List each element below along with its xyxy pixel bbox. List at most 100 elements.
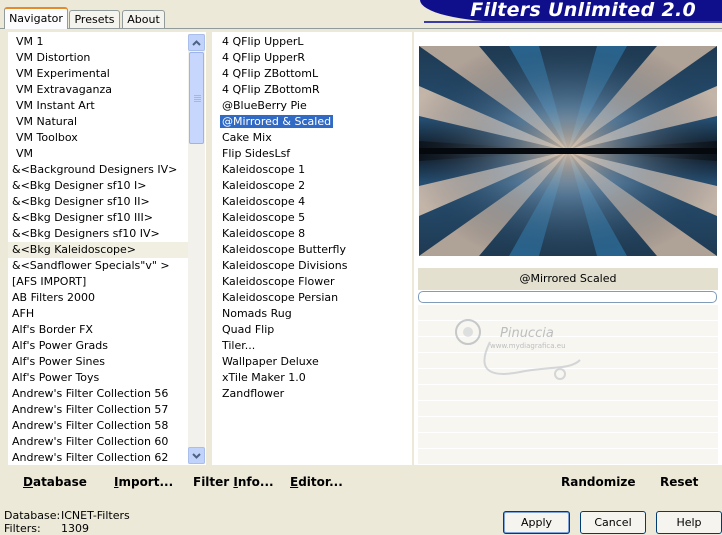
category-item[interactable]: Andrew's Filter Collection 57 [8, 402, 188, 418]
filter-item-label: 4 QFlip UpperL [222, 35, 304, 48]
tab-navigator[interactable]: Navigator [4, 7, 68, 29]
selected-filter-name: @Mirrored Scaled [418, 268, 718, 290]
filter-item[interactable]: Wallpaper Deluxe [220, 354, 321, 370]
filter-item-label: Cake Mix [222, 131, 272, 144]
category-item[interactable]: Alf's Border FX [8, 322, 188, 338]
category-item[interactable]: Alf's Power Sines [8, 354, 188, 370]
parameter-row [418, 433, 718, 449]
category-item[interactable]: Andrew's Filter Collection 62 [8, 450, 188, 464]
category-item[interactable]: VM Instant Art [8, 98, 188, 114]
filter-item[interactable]: 4 QFlip UpperL [220, 34, 306, 50]
filter-item-label: Kaleidoscope 4 [222, 195, 306, 208]
filter-item-label: xTile Maker 1.0 [222, 371, 306, 384]
editor-link[interactable]: Editor... [290, 475, 343, 489]
scroll-down-button[interactable] [188, 447, 205, 464]
category-item[interactable]: &<Bkg Kaleidoscope> [8, 242, 188, 258]
filter-item[interactable]: Quad Flip [220, 322, 276, 338]
category-item[interactable]: Andrew's Filter Collection 56 [8, 386, 188, 402]
filter-item[interactable]: Kaleidoscope 1 [220, 162, 307, 178]
parameter-row [418, 449, 718, 465]
filter-item[interactable]: 4 QFlip ZBottomR [220, 82, 322, 98]
filter-item[interactable]: Kaleidoscope 8 [220, 226, 307, 242]
category-item[interactable]: &<Sandflower Specials"v" > [8, 258, 188, 274]
category-item[interactable]: VM Experimental [8, 66, 188, 82]
import-link[interactable]: Import... [114, 475, 173, 489]
filter-item[interactable]: 4 QFlip ZBottomL [220, 66, 320, 82]
category-item[interactable]: &<Bkg Designer sf10 III> [8, 210, 188, 226]
randomize-link[interactable]: Randomize [561, 475, 635, 489]
app-title-banner: Filters Unlimited 2.0 [420, 0, 722, 22]
filter-item[interactable]: Kaleidoscope Persian [220, 290, 340, 306]
filter-item[interactable]: Cake Mix [220, 130, 274, 146]
filter-item-label: Kaleidoscope Persian [222, 291, 339, 304]
category-item[interactable]: &<Bkg Designers sf10 IV> [8, 226, 188, 242]
filter-item[interactable]: Flip SidesLsf [220, 146, 292, 162]
category-item[interactable]: VM 1 [8, 34, 188, 50]
filter-item-label: Flip SidesLsf [222, 147, 291, 160]
filter-info-link[interactable]: Filter Info... [193, 475, 274, 489]
filter-item[interactable]: Kaleidoscope Divisions [220, 258, 349, 274]
filter-item[interactable]: Kaleidoscope Butterfly [220, 242, 348, 258]
filter-item[interactable]: Kaleidoscope 4 [220, 194, 307, 210]
filter-item[interactable]: Kaleidoscope 2 [220, 178, 307, 194]
filter-item-label: 4 QFlip ZBottomR [222, 83, 320, 96]
parameter-row [418, 401, 718, 417]
tab-presets[interactable]: Presets [69, 10, 120, 28]
tab-about[interactable]: About [122, 10, 165, 28]
database-info: Database: ICNET-Filters [4, 509, 130, 522]
category-item[interactable]: VM Natural [8, 114, 188, 130]
parameter-row [418, 417, 718, 433]
parameter-slider[interactable] [418, 291, 717, 303]
filter-item[interactable]: Kaleidoscope 5 [220, 210, 307, 226]
category-item[interactable]: AB Filters 2000 [8, 290, 188, 306]
category-item[interactable]: VM Extravaganza [8, 82, 188, 98]
filter-item-label: Tiler... [222, 339, 256, 352]
filter-item-label: @Mirrored & Scaled [218, 114, 335, 129]
category-item[interactable]: &<Background Designers IV> [8, 162, 188, 178]
filter-item-label: Kaleidoscope 5 [222, 211, 306, 224]
filter-item-label: Kaleidoscope Divisions [222, 259, 348, 272]
category-item[interactable]: VM [8, 146, 188, 162]
category-list[interactable]: VM 1 VM Distortion VM Experimental VM Extra… [8, 34, 188, 464]
apply-button[interactable]: Apply [503, 511, 570, 534]
category-item[interactable]: Andrew's Filter Collection 60 [8, 434, 188, 450]
filter-item[interactable]: xTile Maker 1.0 [220, 370, 308, 386]
category-item[interactable]: &<Bkg Designer sf10 I> [8, 178, 188, 194]
filter-item[interactable]: 4 QFlip UpperR [220, 50, 307, 66]
filter-item-label: 4 QFlip UpperR [222, 51, 306, 64]
category-item[interactable]: Alf's Power Toys [8, 370, 188, 386]
category-item[interactable]: VM Distortion [8, 50, 188, 66]
watermark-name: Pinuccia [500, 326, 554, 341]
filter-item[interactable]: Zandflower [220, 386, 286, 402]
category-item[interactable]: &<Bkg Designer sf10 II> [8, 194, 188, 210]
chevron-down-icon [192, 452, 201, 459]
filter-item[interactable]: @BlueBerry Pie [220, 98, 309, 114]
filter-item[interactable]: Nomads Rug [220, 306, 294, 322]
filter-item-label: Nomads Rug [222, 307, 292, 320]
filter-item-label: 4 QFlip ZBottomL [222, 67, 319, 80]
filter-item-label: @BlueBerry Pie [222, 99, 307, 112]
filter-item[interactable]: Kaleidoscope Flower [220, 274, 337, 290]
watermark-logo: Pinuccia www.mydiagrafica.eu [450, 312, 610, 392]
category-item[interactable]: AFH [8, 306, 188, 322]
scroll-thumb[interactable] [189, 52, 204, 144]
filter-item-label: Quad Flip [222, 323, 275, 336]
chevron-up-icon [192, 39, 201, 46]
help-button[interactable]: Help [656, 511, 722, 534]
filter-item-label: Kaleidoscope Butterfly [222, 243, 346, 256]
filter-item-label: Kaleidoscope 2 [222, 179, 306, 192]
category-item[interactable]: Andrew's Filter Collection 58 [8, 418, 188, 434]
filter-item[interactable]: Tiler... [220, 338, 257, 354]
filter-item[interactable]: @Mirrored & Scaled [218, 114, 335, 130]
filter-list[interactable]: 4 QFlip UpperL 4 QFlip UpperR 4 QFlip ZBot… [218, 34, 410, 414]
cancel-button[interactable]: Cancel [580, 511, 646, 534]
category-item[interactable]: VM Toolbox [8, 130, 188, 146]
scroll-up-button[interactable] [188, 34, 205, 51]
tab-divider [0, 28, 722, 29]
reset-link[interactable]: Reset [660, 475, 698, 489]
category-scrollbar[interactable] [188, 34, 205, 464]
category-item[interactable]: [AFS IMPORT] [8, 274, 188, 290]
filters-count-info: Filters: 1309 [4, 522, 89, 535]
database-link[interactable]: Database [23, 475, 87, 489]
category-item[interactable]: Alf's Power Grads [8, 338, 188, 354]
